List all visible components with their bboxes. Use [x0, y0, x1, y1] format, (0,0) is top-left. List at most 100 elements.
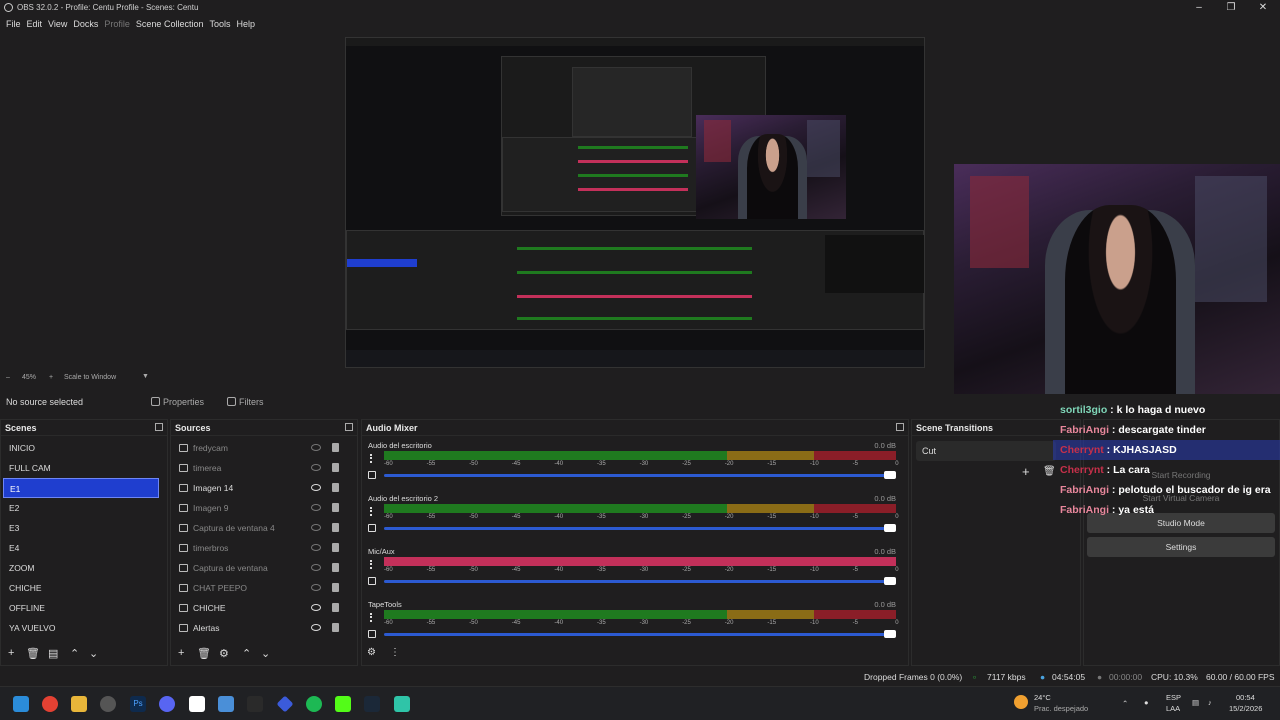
visibility-eye-icon[interactable] [311, 604, 321, 611]
undock-icon[interactable] [155, 423, 163, 431]
minimize-button[interactable]: – [1184, 1, 1214, 14]
zoom-level[interactable]: 45% [22, 374, 36, 381]
input-lang-variant[interactable]: LAA [1166, 704, 1180, 713]
scene-item[interactable]: E1 [3, 478, 159, 498]
scene-item[interactable]: INICIO [3, 438, 159, 458]
chrome-icon[interactable] [42, 696, 58, 712]
lock-icon[interactable] [332, 483, 339, 492]
visibility-eye-icon[interactable] [311, 564, 321, 571]
lock-icon[interactable] [332, 563, 339, 572]
menu-file[interactable]: File [6, 16, 27, 32]
visibility-eye-icon[interactable] [311, 464, 321, 471]
lock-icon[interactable] [332, 623, 339, 632]
advanced-audio-button[interactable]: ⚙ [367, 647, 376, 658]
menu-help[interactable]: Help [236, 16, 261, 32]
mic-icon[interactable]: ● [1144, 698, 1149, 707]
photoshop-icon[interactable]: Ps [130, 696, 146, 712]
remove-source-button[interactable]: 🗑 [197, 647, 211, 660]
scene-filters-button[interactable]: ▤ [48, 647, 58, 660]
visibility-eye-icon[interactable] [311, 624, 321, 631]
mixer-menu-button[interactable]: ⋮ [390, 647, 400, 658]
volume-slider[interactable] [384, 577, 896, 585]
kick-icon[interactable] [335, 696, 351, 712]
source-item[interactable]: Imagen 9 [171, 498, 357, 518]
windows-start-icon[interactable] [13, 696, 29, 712]
scene-item[interactable]: YA VUELVO [3, 618, 159, 638]
add-transition-button[interactable]: + [1022, 464, 1030, 479]
scene-item[interactable]: FULL CAM [3, 458, 159, 478]
source-properties-button[interactable]: ⚙ [219, 647, 229, 660]
menu-tools[interactable]: Tools [209, 16, 236, 32]
scene-item[interactable]: E3 [3, 518, 159, 538]
notion-icon[interactable] [189, 696, 205, 712]
discord-icon[interactable] [159, 696, 175, 712]
scene-item[interactable]: OFFLINE [3, 598, 159, 618]
undock-icon[interactable] [345, 423, 353, 431]
transition-select[interactable]: Cut [916, 441, 1056, 461]
visibility-eye-icon[interactable] [311, 504, 321, 511]
calculator-icon[interactable] [218, 696, 234, 712]
lock-icon[interactable] [332, 603, 339, 612]
volume-knob[interactable] [884, 577, 896, 585]
file-explorer-icon[interactable] [71, 696, 87, 712]
visibility-eye-icon[interactable] [311, 484, 321, 491]
scale-dropdown-icon[interactable]: ▼ [142, 373, 149, 380]
move-scene-down-button[interactable]: ⌄ [89, 647, 98, 660]
steam-icon[interactable] [364, 696, 380, 712]
close-button[interactable]: ✕ [1248, 1, 1278, 14]
speaker-icon[interactable] [368, 630, 376, 638]
clock-time[interactable]: 00:54 [1236, 693, 1255, 702]
track-menu-icon[interactable] [370, 560, 372, 569]
speaker-icon[interactable] [368, 471, 376, 479]
spotify-icon[interactable] [306, 696, 322, 712]
lock-icon[interactable] [332, 503, 339, 512]
source-item[interactable]: Captura de ventana [171, 558, 357, 578]
source-item[interactable]: fredycam [171, 438, 357, 458]
source-item[interactable]: Alertas [171, 618, 357, 638]
source-item[interactable]: Imagen 14 [171, 478, 357, 498]
volume-knob[interactable] [884, 471, 896, 479]
capcut-icon[interactable] [247, 696, 263, 712]
network-icon[interactable]: ▤ [1192, 698, 1199, 707]
speaker-icon[interactable] [368, 524, 376, 532]
lock-icon[interactable] [332, 583, 339, 592]
volume-knob[interactable] [884, 630, 896, 638]
volume-icon[interactable]: ♪ [1208, 698, 1212, 707]
input-lang[interactable]: ESP [1166, 693, 1181, 702]
lock-icon[interactable] [332, 543, 339, 552]
visibility-eye-icon[interactable] [311, 584, 321, 591]
filters-button[interactable]: Filters [227, 395, 264, 409]
add-source-button[interactable]: + [178, 647, 184, 659]
source-item[interactable]: timerea [171, 458, 357, 478]
source-item[interactable]: Captura de ventana 4 [171, 518, 357, 538]
move-scene-up-button[interactable]: ⌃ [70, 647, 79, 660]
settings-button[interactable]: Settings [1087, 537, 1275, 557]
maximize-button[interactable]: ❐ [1216, 1, 1246, 14]
volume-slider[interactable] [384, 630, 896, 638]
lock-icon[interactable] [332, 523, 339, 532]
visibility-eye-icon[interactable] [311, 444, 321, 451]
visibility-eye-icon[interactable] [311, 544, 321, 551]
tray-chevron-icon[interactable]: ⌃ [1122, 699, 1128, 708]
volume-slider[interactable] [384, 471, 896, 479]
lock-icon[interactable] [332, 443, 339, 452]
remove-scene-button[interactable]: 🗑 [26, 647, 40, 660]
visibility-eye-icon[interactable] [311, 524, 321, 531]
source-item[interactable]: CHAT PEEPO [171, 578, 357, 598]
volume-knob[interactable] [884, 524, 896, 532]
scene-item[interactable]: E4 [3, 538, 159, 558]
track-menu-icon[interactable] [370, 613, 372, 622]
move-source-down-button[interactable]: ⌄ [261, 647, 270, 660]
track-menu-icon[interactable] [370, 507, 372, 516]
volume-slider[interactable] [384, 524, 896, 532]
scene-item[interactable]: ZOOM [3, 558, 159, 578]
menu-edit[interactable]: Edit [27, 16, 49, 32]
move-source-up-button[interactable]: ⌃ [242, 647, 251, 660]
obs-icon[interactable] [100, 696, 116, 712]
scale-mode[interactable]: Scale to Window [64, 374, 116, 381]
menu-view[interactable]: View [48, 16, 73, 32]
menu-docks[interactable]: Docks [73, 16, 104, 32]
add-scene-button[interactable]: + [8, 647, 14, 659]
source-item[interactable]: timerbros [171, 538, 357, 558]
clock-date[interactable]: 15/2/2026 [1229, 704, 1262, 713]
